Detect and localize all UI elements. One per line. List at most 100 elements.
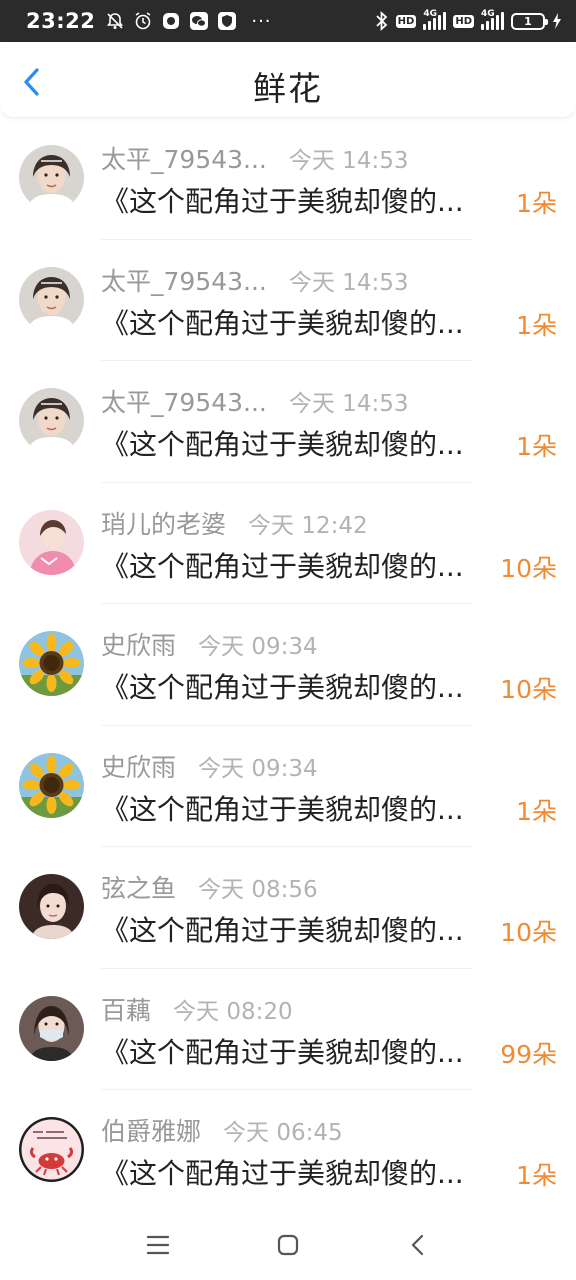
timestamp: 今天 06:45 — [223, 1120, 343, 1146]
timestamp: 今天 08:20 — [173, 998, 293, 1025]
avatar[interactable] — [19, 1117, 84, 1182]
home-button[interactable] — [273, 1230, 303, 1260]
book-title: 《这个配角过于美貌却傻的... — [101, 549, 464, 583]
list-item[interactable]: 太平_79543... 今天 14:53 《这个配角过于美貌却傻的... 1朵 — [0, 361, 576, 483]
flower-count: 1朵 — [516, 189, 557, 218]
alarm-icon — [133, 11, 153, 31]
hd-voice-badge-2: HD — [453, 14, 474, 28]
sender-name[interactable]: 太平_79543... — [101, 383, 267, 419]
sunflower-avatar-icon — [19, 752, 84, 818]
list-item[interactable]: 太平_79543... 今天 14:53 《这个配角过于美貌却傻的... 1朵 — [0, 118, 576, 240]
item-meta: 弦之鱼 今天 08:56 — [101, 869, 318, 905]
timestamp: 今天 09:34 — [198, 755, 318, 782]
more-notifications-indicator: ··· — [251, 10, 272, 32]
bluetooth-icon — [375, 11, 389, 31]
timestamp: 今天 14:53 — [288, 269, 409, 296]
book-title: 《这个配角过于美貌却傻的... — [101, 306, 464, 340]
sender-name[interactable]: 琑儿的老婆 — [101, 505, 226, 541]
item-meta: 太平_79543... 今天 14:53 — [101, 262, 408, 298]
flower-count: 1朵 — [516, 310, 557, 340]
book-title: 《这个配角过于美貌却傻的... — [101, 1157, 464, 1190]
item-meta: 百藕 今天 08:20 — [101, 991, 293, 1027]
list-item[interactable]: 弦之鱼 今天 08:56 《这个配角过于美貌却傻的... 10朵 — [0, 847, 576, 969]
flower-count: 1朵 — [516, 1161, 557, 1190]
avatar[interactable] — [19, 995, 84, 1061]
avatar[interactable] — [19, 266, 84, 332]
app-notification-icon — [161, 11, 181, 31]
sunflower-avatar-icon — [19, 631, 84, 696]
home-square-icon — [277, 1234, 299, 1256]
charging-icon — [552, 12, 562, 30]
status-time: 23:22 — [26, 9, 96, 33]
book-title: 《这个配角过于美貌却傻的... — [101, 792, 464, 826]
recent-apps-button[interactable] — [143, 1230, 173, 1260]
battery-level: 1 — [524, 14, 532, 28]
flower-count: 10朵 — [500, 675, 557, 704]
cellular-signal-icon-2: 4G — [481, 9, 504, 30]
list-item[interactable]: 史欣雨 今天 09:34 《这个配角过于美貌却傻的... 10朵 — [0, 604, 576, 726]
flower-count: 99朵 — [500, 1039, 557, 1069]
flower-count: 10朵 — [500, 553, 557, 583]
item-meta: 史欣雨 今天 09:34 — [101, 748, 318, 784]
avatar[interactable] — [19, 752, 84, 818]
status-notification-icons: ··· — [105, 11, 271, 32]
book-title: 《这个配角过于美貌却傻的... — [101, 914, 464, 947]
list-item[interactable]: 百藕 今天 08:20 《这个配角过于美貌却傻的... 99朵 — [0, 969, 576, 1090]
page: 23:22 ··· HD 4G HD 4G 1 鲜花 太平_79543... 今… — [0, 0, 576, 1280]
sender-name[interactable]: 伯爵雅娜 — [101, 1112, 201, 1148]
flower-count: 1朵 — [516, 432, 557, 461]
girl-portrait-avatar-icon — [19, 145, 84, 210]
timestamp: 今天 14:53 — [288, 391, 409, 417]
book-title: 《这个配角过于美貌却傻的... — [101, 1035, 464, 1069]
sender-name[interactable]: 太平_79543... — [101, 140, 267, 176]
flower-count: 10朵 — [500, 918, 557, 947]
pink-girl-avatar-icon — [19, 509, 84, 575]
item-meta: 琑儿的老婆 今天 12:42 — [101, 505, 368, 541]
sender-name[interactable]: 史欣雨 — [101, 748, 176, 784]
list-item[interactable]: 琑儿的老婆 今天 12:42 《这个配角过于美貌却傻的... 10朵 — [0, 483, 576, 604]
book-title: 《这个配角过于美貌却傻的... — [101, 671, 464, 704]
app-header: 鲜花 — [0, 42, 576, 118]
avatar[interactable] — [19, 145, 84, 210]
list-item[interactable]: 史欣雨 今天 09:34 《这个配角过于美貌却傻的... 1朵 — [0, 726, 576, 847]
avatar[interactable] — [19, 509, 84, 575]
menu-icon — [146, 1235, 170, 1255]
hd-voice-badge: HD — [395, 14, 417, 28]
system-back-button[interactable] — [403, 1230, 433, 1260]
list-item[interactable]: 伯爵雅娜 今天 06:45 《这个配角过于美貌却傻的... 1朵 — [0, 1090, 576, 1212]
item-meta: 太平_79543... 今天 14:53 — [101, 383, 408, 419]
item-meta: 史欣雨 今天 09:34 — [101, 626, 318, 662]
sender-name[interactable]: 太平_79543... — [101, 262, 267, 298]
dark-hair-girl-avatar-icon — [19, 874, 84, 939]
battery-icon: 1 — [511, 12, 548, 30]
mute-bell-icon — [105, 11, 125, 31]
avatar[interactable] — [19, 388, 84, 453]
girl-portrait-avatar-icon — [19, 266, 84, 332]
status-system-icons: HD 4G HD 4G 1 — [375, 9, 562, 31]
back-triangle-icon — [411, 1234, 424, 1256]
sender-name[interactable]: 弦之鱼 — [101, 869, 176, 905]
flower-gift-list: 太平_79543... 今天 14:53 《这个配角过于美貌却傻的... 1朵 — [0, 118, 576, 1212]
book-title: 《这个配角过于美貌却傻的... — [101, 428, 464, 461]
item-meta: 太平_79543... 今天 14:53 — [101, 140, 408, 176]
masked-girl-avatar-icon — [19, 995, 84, 1061]
avatar[interactable] — [19, 874, 84, 939]
timestamp: 今天 08:56 — [198, 877, 318, 903]
flower-count: 1朵 — [516, 796, 557, 826]
system-navigation-bar — [0, 1208, 576, 1280]
timestamp: 今天 09:34 — [198, 634, 318, 660]
sender-name[interactable]: 史欣雨 — [101, 626, 176, 662]
sender-name[interactable]: 百藕 — [101, 991, 151, 1027]
status-bar: 23:22 ··· HD 4G HD 4G 1 — [0, 0, 576, 42]
girl-portrait-avatar-icon — [19, 388, 84, 453]
avatar[interactable] — [19, 631, 84, 696]
cellular-signal-icon: 4G — [423, 9, 447, 30]
page-title: 鲜花 — [253, 69, 323, 108]
shield-icon — [217, 11, 237, 31]
list-item[interactable]: 太平_79543... 今天 14:53 《这个配角过于美貌却傻的... 1朵 — [0, 240, 576, 361]
timestamp: 今天 14:53 — [288, 148, 409, 174]
item-meta: 伯爵雅娜 今天 06:45 — [101, 1112, 343, 1148]
wechat-icon — [189, 11, 209, 31]
book-title: 《这个配角过于美貌却傻的... — [101, 185, 464, 218]
cartoon-crab-avatar-icon — [19, 1117, 84, 1182]
